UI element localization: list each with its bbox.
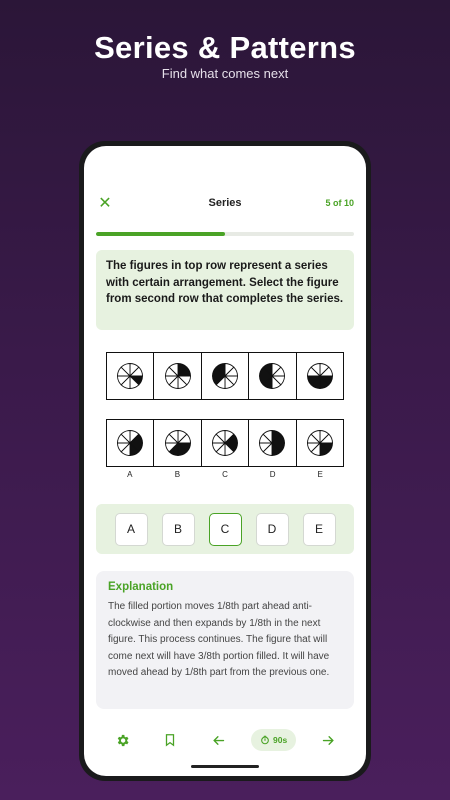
answer-options: A B C D E	[96, 504, 354, 554]
question-text: The figures in top row represent a serie…	[106, 260, 344, 305]
explanation-box: Explanation The filled portion moves 1/8…	[96, 571, 354, 709]
option-c-button[interactable]: C	[208, 512, 242, 546]
figure-cell	[297, 420, 343, 466]
figure-letter: E	[317, 470, 323, 479]
progress-label: 5 of 10	[325, 198, 354, 208]
pie-figure	[306, 430, 333, 456]
option-d-button[interactable]: D	[255, 512, 289, 546]
progress-bar	[96, 232, 354, 236]
timer-badge: 90s	[251, 729, 297, 751]
figure-cell	[249, 353, 297, 399]
arrow-left-icon	[212, 735, 224, 745]
home-indicator	[191, 765, 259, 768]
settings-button[interactable]	[110, 728, 134, 752]
phone-frame: ✕ Series 5 of 10 The figures in top row …	[79, 141, 371, 781]
figure-cell	[107, 420, 155, 466]
figure-row-bottom	[106, 419, 344, 467]
page-title: Series	[208, 197, 242, 209]
explanation-text: The filled portion moves 1/8th part ahea…	[108, 601, 330, 678]
settings-icon	[117, 734, 128, 746]
figure-letter: B	[174, 470, 181, 479]
timer-label: 90s	[273, 735, 288, 745]
previous-button[interactable]	[206, 728, 230, 752]
option-e-button[interactable]: E	[302, 512, 336, 546]
figure-cell	[154, 353, 202, 399]
pie-figure	[117, 363, 144, 389]
arrow-right-icon	[322, 735, 334, 745]
figure-letter: D	[269, 470, 276, 479]
pie-figure	[164, 430, 191, 456]
figure-cell	[202, 353, 250, 399]
figure-cell	[107, 353, 155, 399]
figure-letter: A	[127, 470, 133, 479]
promo-title: Series & Patterns	[94, 30, 356, 65]
explanation-title: Explanation	[108, 581, 174, 593]
figure-cell	[202, 420, 250, 466]
pie-figure	[259, 430, 286, 456]
pie-figure	[164, 363, 191, 389]
figure-letters: A B C D E	[106, 470, 344, 479]
pie-figure	[306, 363, 333, 389]
app-bar: ✕ Series 5 of 10	[84, 194, 366, 216]
figure-cell	[297, 353, 343, 399]
bookmark-icon	[165, 734, 175, 747]
pie-figure	[117, 430, 144, 456]
figure-row-top	[106, 352, 344, 400]
question-box: The figures in top row represent a serie…	[96, 250, 354, 330]
figure-cell	[249, 420, 297, 466]
pie-figure	[259, 363, 286, 389]
promo-subtitle: Find what comes next	[161, 66, 289, 81]
timer-icon	[261, 735, 269, 745]
option-a-button[interactable]: A	[114, 512, 148, 546]
pie-figure	[212, 430, 238, 456]
progress-fill	[96, 232, 225, 236]
figure-letter: C	[222, 470, 228, 479]
bottom-toolbar: 90s	[84, 728, 366, 752]
app-screen: ✕ Series 5 of 10 The figures in top row …	[84, 146, 366, 776]
next-button[interactable]	[316, 728, 340, 752]
pie-figure	[212, 363, 238, 389]
option-b-button[interactable]: B	[161, 512, 195, 546]
figure-cell	[154, 420, 202, 466]
bookmark-button[interactable]	[158, 728, 182, 752]
